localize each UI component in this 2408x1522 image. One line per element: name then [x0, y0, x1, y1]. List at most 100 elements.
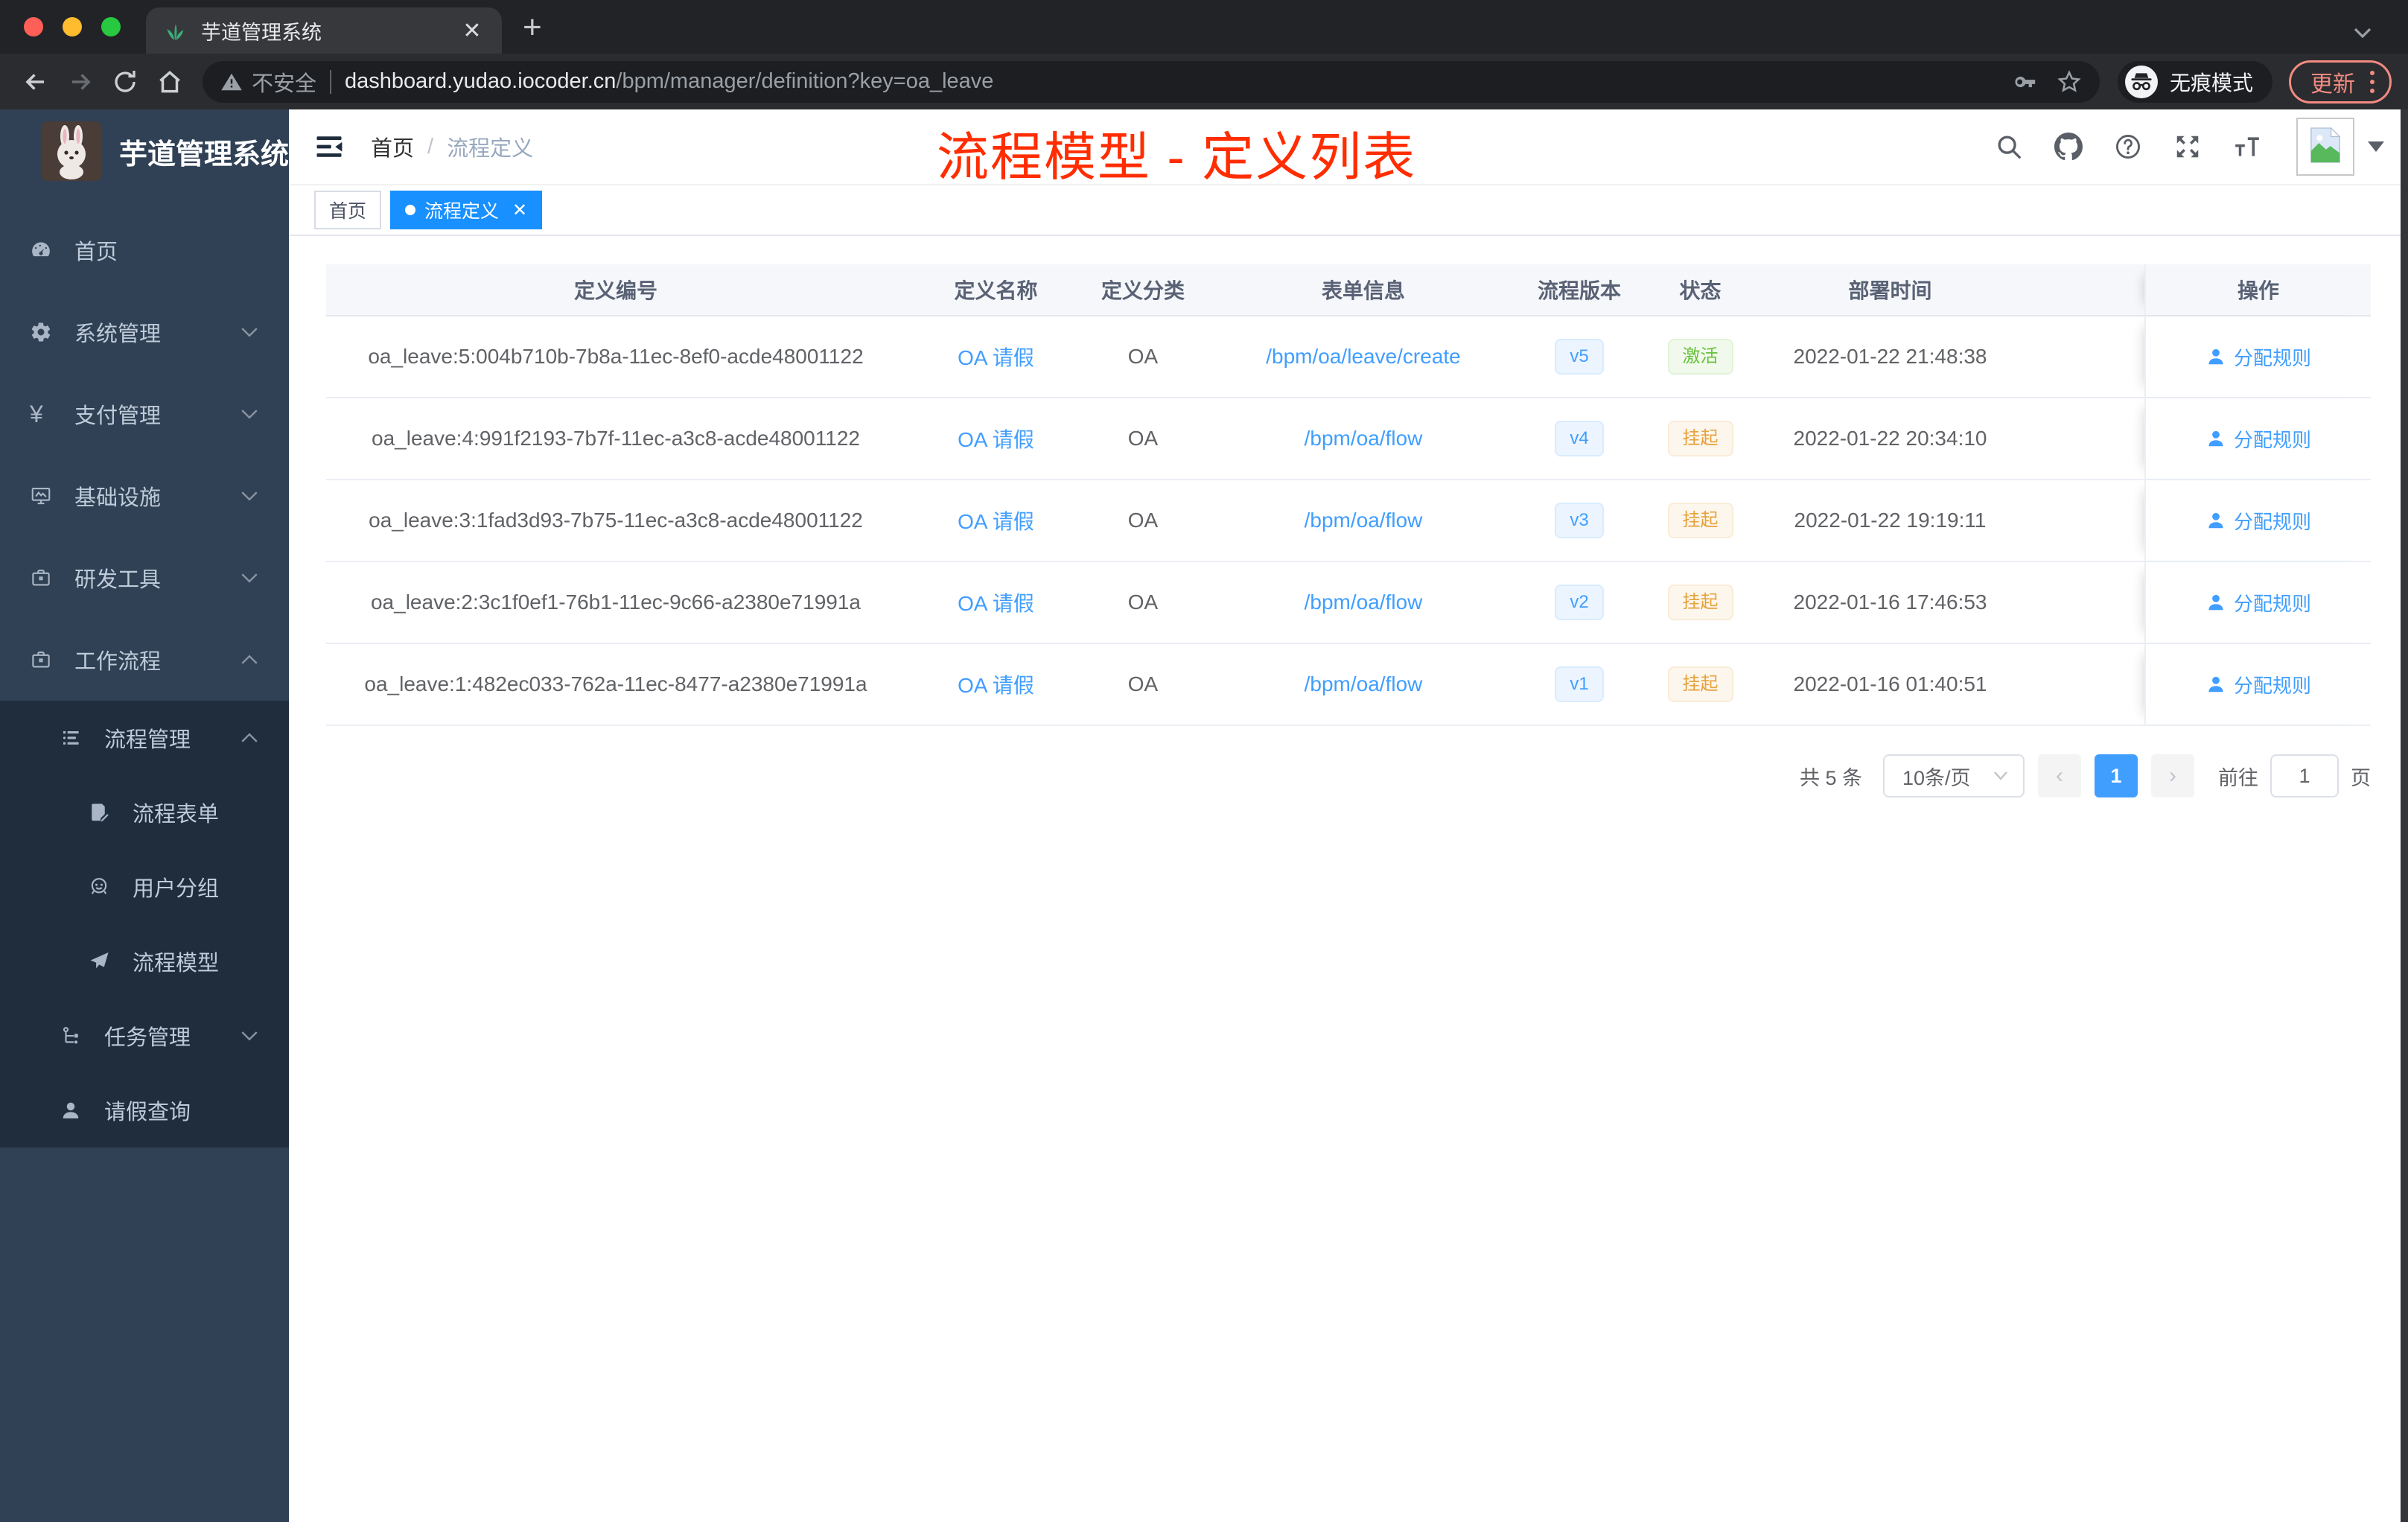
cell-definition-name-link[interactable]: OA 请假	[905, 342, 1086, 372]
browser-toolbar: 不安全 dashboard.yudao.iocoder.cn/bpm/manag…	[0, 54, 2408, 109]
page-content: 定义编号 定义名称 定义分类 表单信息 流程版本 状态 部署时间 操作 oa_leave:5:0…	[289, 236, 2408, 1522]
browser-window: 芋道管理系统 ✕ + 不安全 dashboard.yudao.iocoder.c…	[0, 0, 2408, 1522]
pagination: 共 5 条 10条/页 ‹ 1 › 前往 1 页	[326, 754, 2371, 797]
sidebar-menu: 首页系统管理 ¥ 支付管理 基础设施 研发工具 工作流程 流程管理 流程表单 用户分组 流程模型任…	[0, 209, 289, 1147]
minimize-window-button[interactable]	[63, 17, 82, 36]
cell-actions: 分配规则	[2144, 398, 2371, 479]
sidebar-item-8[interactable]: 用户分组	[0, 850, 289, 924]
zoom-window-button[interactable]	[101, 17, 121, 36]
cell-form-link[interactable]: /bpm/oa/flow	[1200, 672, 1527, 696]
version-badge: v1	[1555, 666, 1604, 703]
home-icon[interactable]	[150, 63, 189, 101]
version-badge: v5	[1555, 338, 1604, 375]
browser-tab[interactable]: 芋道管理系统 ✕	[146, 7, 502, 54]
table-header-row: 定义编号 定义名称 定义分类 表单信息 流程版本 状态 部署时间 操作	[326, 264, 2371, 316]
definition-table: 定义编号 定义名称 定义分类 表单信息 流程版本 状态 部署时间 操作 oa_leave:5:0…	[326, 264, 2371, 726]
sidebar-item-9[interactable]: 流程模型	[0, 924, 289, 999]
incognito-badge: 无痕模式	[2117, 60, 2272, 103]
assign-rule-link[interactable]: 分配规则	[2205, 507, 2311, 535]
next-page-button[interactable]: ›	[2151, 754, 2194, 797]
font-size-icon[interactable]	[2232, 132, 2262, 162]
gear-icon	[30, 321, 52, 343]
avatar-dropdown-icon[interactable]	[2368, 141, 2384, 152]
sidebar-item-6[interactable]: 流程管理	[0, 701, 289, 775]
sidebar-item-7[interactable]: 流程表单	[0, 775, 289, 850]
breadcrumb-separator: /	[427, 134, 434, 159]
dashboard-icon	[30, 239, 52, 261]
search-icon[interactable]	[1994, 132, 2024, 162]
url-host: dashboard.yudao.iocoder.cn	[345, 69, 617, 93]
security-label[interactable]: 不安全	[252, 66, 316, 98]
fullscreen-icon[interactable]	[2173, 132, 2202, 162]
cell-definition-name-link[interactable]: OA 请假	[905, 588, 1086, 617]
question-icon[interactable]	[2113, 132, 2143, 162]
sidebar-item-1[interactable]: 系统管理	[0, 291, 289, 373]
prev-page-button[interactable]: ‹	[2038, 754, 2081, 797]
omnibox-divider	[330, 69, 332, 94]
cell-definition-name-link[interactable]: OA 请假	[905, 424, 1086, 453]
sidebar-item-5[interactable]: 工作流程	[0, 619, 289, 701]
person-icon	[2205, 510, 2226, 531]
assign-rule-link[interactable]: 分配规则	[2205, 343, 2311, 371]
cell-definition-id: oa_leave:2:3c1f0ef1-76b1-11ec-9c66-a2380…	[370, 590, 861, 614]
bookmark-star-icon[interactable]	[2057, 69, 2082, 95]
sidebar-item-11[interactable]: 请假查询	[0, 1073, 289, 1147]
assign-rule-link[interactable]: 分配规则	[2205, 425, 2311, 453]
github-icon[interactable]	[2054, 132, 2083, 162]
tab-close-icon[interactable]: ✕	[459, 18, 485, 44]
status-badge: 激活	[1667, 338, 1733, 375]
sidebar-logo[interactable]: 芋道管理系统	[0, 109, 289, 193]
warning-icon[interactable]	[220, 71, 243, 93]
cell-form-link[interactable]: /bpm/oa/flow	[1200, 427, 1527, 450]
update-menu-button[interactable]: 更新	[2289, 60, 2392, 104]
tag-close-icon[interactable]: ✕	[512, 200, 527, 221]
current-page-button[interactable]: 1	[2095, 754, 2138, 797]
cell-definition-name-link[interactable]: OA 请假	[905, 506, 1086, 535]
sidebar-item-2[interactable]: ¥ 支付管理	[0, 373, 289, 455]
avatar[interactable]	[2296, 118, 2354, 176]
sidebar-item-label: 任务管理	[104, 1026, 191, 1050]
page-annotation: 流程模型 - 定义列表	[937, 128, 1417, 186]
cell-definition-name-link[interactable]: OA 请假	[905, 669, 1086, 699]
breadcrumb-home[interactable]: 首页	[371, 131, 414, 162]
tab-search-chevron-icon[interactable]	[2351, 25, 2374, 40]
cell-form-link[interactable]: /bpm/oa/flow	[1200, 590, 1527, 614]
tab-title: 芋道管理系统	[201, 21, 322, 44]
version-badge: v2	[1555, 584, 1604, 621]
back-icon[interactable]	[16, 63, 55, 101]
column-header-4: 流程版本	[1537, 279, 1621, 302]
cell-deploy-time: 2022-01-16 01:40:51	[1793, 672, 1987, 695]
sidebar-item-3[interactable]: 基础设施	[0, 455, 289, 537]
app-title: 芋道管理系统	[119, 138, 290, 171]
cell-form-link[interactable]: /bpm/oa/flow	[1200, 509, 1527, 532]
chevron-down-icon	[240, 490, 259, 502]
key-icon[interactable]	[2012, 69, 2037, 95]
reload-icon[interactable]	[106, 63, 144, 101]
new-tab-button[interactable]: +	[523, 9, 542, 46]
page-size-select[interactable]: 10条/页	[1883, 754, 2025, 797]
assign-rule-label: 分配规则	[2233, 346, 2311, 369]
assign-rule-label: 分配规则	[2233, 510, 2311, 533]
tag-0[interactable]: 首页	[314, 191, 382, 229]
sidebar-item-label: 系统管理	[74, 322, 162, 346]
cell-category: OA	[1127, 427, 1159, 450]
assign-rule-link[interactable]: 分配规则	[2205, 671, 2311, 698]
chevron-down-icon	[240, 326, 259, 338]
assign-rule-label: 分配规则	[2233, 592, 2311, 615]
sidebar-item-0[interactable]: 首页	[0, 209, 289, 291]
tag-1[interactable]: 流程定义 ✕	[390, 191, 543, 229]
page-scrollbar[interactable]	[2401, 109, 2408, 1522]
cell-version: v1	[1527, 666, 1631, 703]
assign-rule-link[interactable]: 分配规则	[2205, 589, 2311, 617]
close-window-button[interactable]	[24, 17, 43, 36]
sidebar-item-label: 请假查询	[104, 1101, 191, 1124]
sidebar-item-10[interactable]: 任务管理	[0, 999, 289, 1073]
chevron-down-icon	[240, 1030, 259, 1042]
sidebar-item-4[interactable]: 研发工具	[0, 537, 289, 619]
goto-page-input[interactable]: 1	[2270, 754, 2339, 797]
url-text[interactable]: dashboard.yudao.iocoder.cn/bpm/manager/d…	[345, 69, 993, 94]
cell-form-link[interactable]: /bpm/oa/leave/create	[1200, 345, 1527, 369]
forward-icon[interactable]	[61, 63, 100, 101]
hamburger-icon[interactable]	[313, 130, 345, 163]
address-bar[interactable]: 不安全 dashboard.yudao.iocoder.cn/bpm/manag…	[203, 60, 2100, 103]
